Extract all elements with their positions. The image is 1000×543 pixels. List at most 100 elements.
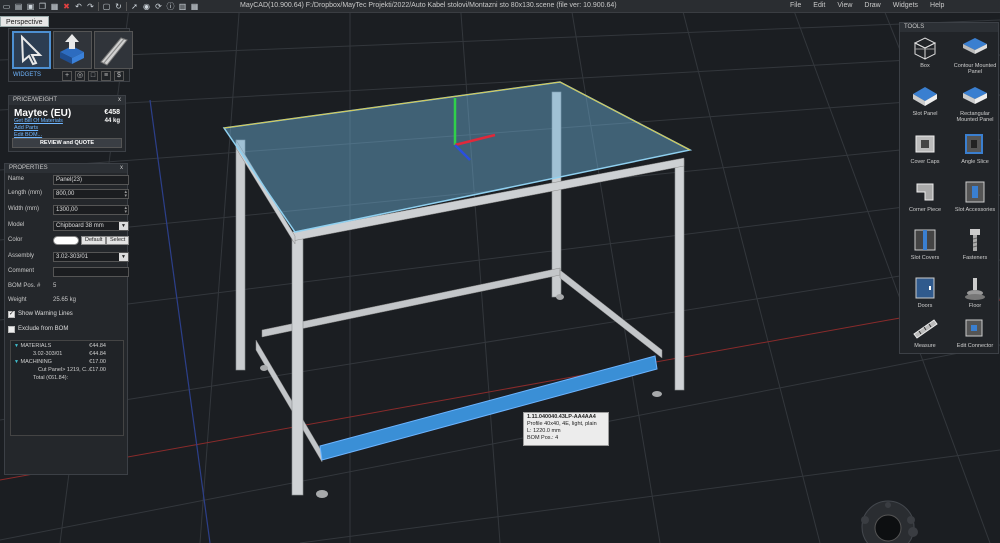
list-item[interactable]: ▼ MATERIALS €44.84: [11, 342, 123, 350]
box-widget-button[interactable]: □: [88, 71, 98, 81]
length-row: Length (mm) 800,00 ▴ ▾: [5, 188, 129, 199]
list-widget-button[interactable]: ≡: [101, 71, 111, 81]
list-item[interactable]: ▼ MACHINING €17.00: [11, 358, 123, 366]
toolbar-divider: [126, 1, 127, 11]
name-field[interactable]: Panel(23): [53, 175, 129, 185]
add-parts-link[interactable]: Add Parts: [14, 125, 38, 131]
assembly-label: Assembly: [8, 253, 35, 259]
close-icon[interactable]: x: [118, 96, 121, 105]
target-widget-button[interactable]: ◎: [75, 71, 85, 81]
select-icon[interactable]: ➚: [130, 2, 139, 11]
weight-label: Weight: [8, 297, 27, 303]
save-icon[interactable]: ▣: [26, 2, 35, 11]
new-icon[interactable]: ▭: [2, 2, 11, 11]
slot-panel-icon: [913, 87, 937, 106]
screen-icon[interactable]: ▢: [102, 2, 111, 11]
move-up-icon[interactable]: [53, 31, 92, 69]
bom-pos-row: BOM Pos. # 5: [5, 281, 127, 292]
bill-of-materials-link[interactable]: Get Bill Of Materials: [14, 118, 63, 124]
redo-icon[interactable]: ↷: [86, 2, 95, 11]
perspective-tab[interactable]: Perspective: [0, 16, 49, 27]
panel-title: PRICE/WEIGHT: [13, 97, 58, 103]
machining-value: €17.00: [89, 359, 106, 365]
expand-toggle-icon[interactable]: ▼: [14, 359, 19, 365]
undo-icon[interactable]: ↶: [74, 2, 83, 11]
exclude-bom-checkbox[interactable]: [8, 326, 15, 333]
tool-cover-caps[interactable]: Cover Caps: [900, 128, 950, 176]
open-icon[interactable]: ▤: [14, 2, 23, 11]
menu-widgets[interactable]: Widgets: [893, 2, 918, 9]
tool-fasteners[interactable]: Fasteners: [950, 224, 1000, 272]
show-warning-checkbox[interactable]: ✓: [8, 311, 15, 318]
tool-label: Edit Connector: [956, 343, 994, 349]
tool-measure[interactable]: Measure: [900, 312, 950, 360]
navigation-ball-icon[interactable]: [855, 494, 921, 543]
tool-contour-panel[interactable]: Contour Mounted Panel: [950, 32, 1000, 80]
refresh-icon[interactable]: ⟳: [154, 2, 163, 11]
color-swatch[interactable]: [53, 236, 79, 245]
width-field[interactable]: 1300,00 ▴ ▾: [53, 205, 129, 215]
tool-slot-accessories[interactable]: Slot Accessories: [950, 176, 1000, 224]
menu-view[interactable]: View: [837, 2, 852, 9]
tool-corner-piece[interactable]: Corner Piece: [900, 176, 950, 224]
model-label: Model: [8, 222, 25, 228]
tool-box[interactable]: Box: [900, 32, 950, 80]
total-weight: 44 kg: [104, 118, 120, 124]
tool-label: Contour Mounted Panel: [953, 63, 997, 75]
slot-covers-icon: [914, 229, 936, 251]
tool-slot-covers[interactable]: Slot Covers: [900, 224, 950, 272]
title-bar: ▭ ▤ ▣ ❐ ▦ ✖ ↶ ↷ ▢ ↻ ➚ ◉ ⟳ ⓘ ▥ ▦ MayCAD(1…: [0, 0, 1000, 13]
copy-icon[interactable]: ❐: [38, 2, 47, 11]
close-icon[interactable]: x: [120, 164, 123, 173]
review-quote-button[interactable]: REVIEW and QUOTE: [12, 138, 122, 148]
grid-icon[interactable]: ▥: [178, 2, 187, 11]
total-label: Total (€61.84):: [33, 375, 69, 381]
default-color-button[interactable]: Default: [81, 236, 107, 245]
comment-field[interactable]: [53, 267, 129, 277]
tool-slot-panel[interactable]: Slot Panel: [900, 80, 950, 128]
tool-angle-slice[interactable]: Angle Slice: [950, 128, 1000, 176]
delete-icon[interactable]: ✖: [62, 2, 71, 11]
tooltip-bom-pos: BOM Pos.: 4: [527, 435, 559, 441]
width-value: 1300,00: [56, 207, 78, 213]
3d-viewport[interactable]: [0, 0, 1000, 543]
tool-label: Slot Covers: [910, 255, 940, 261]
rect-panel-icon: [963, 87, 987, 104]
rotate-icon[interactable]: ↻: [114, 2, 123, 11]
menu-edit[interactable]: Edit: [813, 2, 825, 9]
tool-edit-connector[interactable]: Edit Connector: [950, 312, 1000, 360]
model-select[interactable]: Chipboard 38 mm ▼: [53, 221, 129, 231]
comment-label: Comment: [8, 268, 35, 274]
tool-rect-panel[interactable]: Rectangular Mounted Panel: [950, 80, 1000, 128]
panel-title: PROPERTIES: [9, 165, 48, 171]
tool-label: Slot Panel: [912, 111, 938, 117]
spinner-icon[interactable]: ▴ ▾: [124, 190, 127, 199]
menu-draw[interactable]: Draw: [864, 2, 880, 9]
assembly-select[interactable]: 3.02-303/01 ▼: [53, 252, 129, 262]
expand-toggle-icon[interactable]: ▼: [14, 343, 19, 349]
add-widget-button[interactable]: +: [62, 71, 72, 81]
tool-label: Angle Slice: [961, 159, 989, 165]
paste-icon[interactable]: ▦: [50, 2, 59, 11]
length-field[interactable]: 800,00 ▴ ▾: [53, 189, 129, 199]
tool-label: Doors: [917, 303, 933, 309]
layers-icon[interactable]: ▦: [190, 2, 199, 11]
spinner-icon[interactable]: ▴ ▾: [124, 206, 127, 215]
chevron-down-icon[interactable]: ▼: [119, 253, 128, 261]
menu-file[interactable]: File: [790, 2, 801, 9]
menu-help[interactable]: Help: [930, 2, 944, 9]
assembly-cost-label: 3.02-303/01: [33, 351, 63, 357]
globe-icon[interactable]: ◉: [142, 2, 151, 11]
price-widget-button[interactable]: $: [114, 71, 124, 81]
widgets-panel: WIDGETS + ◎ □ ≡ $: [8, 28, 133, 82]
toolbar-divider: [98, 1, 99, 11]
select-color-button[interactable]: Select: [106, 236, 130, 245]
select-arrow-icon[interactable]: [12, 31, 51, 69]
model-row: Model Chipboard 38 mm ▼: [5, 220, 129, 231]
profile-icon[interactable]: [94, 31, 133, 69]
chevron-down-icon[interactable]: ▼: [119, 222, 128, 230]
length-label: Length (mm): [8, 190, 43, 196]
info-icon[interactable]: ⓘ: [166, 2, 175, 11]
slot-accessories-icon: [965, 181, 985, 203]
corner-piece-icon: [916, 183, 934, 201]
